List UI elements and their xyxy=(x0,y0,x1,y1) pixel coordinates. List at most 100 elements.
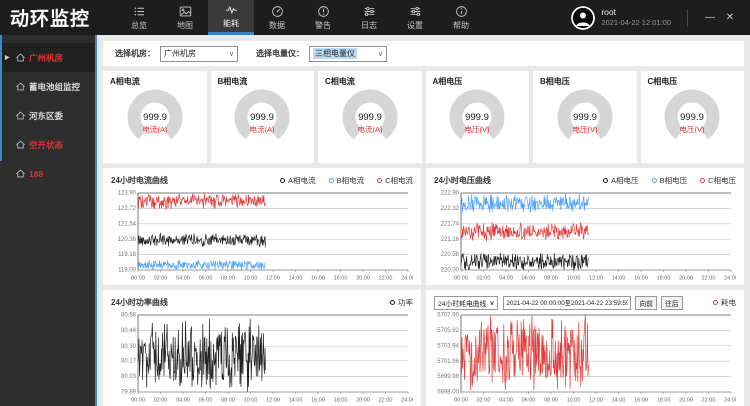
tab-overview[interactable]: 总览 xyxy=(116,0,162,35)
legend-label: B相电压 xyxy=(660,175,688,186)
list-icon xyxy=(133,5,146,18)
svg-text:5705.92: 5705.92 xyxy=(437,328,459,334)
svg-text:电压(V): 电压(V) xyxy=(465,124,490,134)
svg-text:24:00: 24:00 xyxy=(401,398,413,404)
log-icon xyxy=(363,5,376,18)
legend-item[interactable]: B相电流 xyxy=(329,175,365,186)
tab-energy[interactable]: 能耗 xyxy=(208,0,254,35)
svg-text:80.44: 80.44 xyxy=(121,328,137,334)
svg-text:222.32: 222.32 xyxy=(441,206,460,212)
svg-text:16:00: 16:00 xyxy=(311,398,325,404)
gauge-dial: 999.9电压(V) xyxy=(540,88,630,152)
sidebar-item-battery-group-monitor[interactable]: 蓄电池组监控 xyxy=(0,72,95,101)
svg-text:10:00: 10:00 xyxy=(567,276,581,282)
legend-label: 耗电 xyxy=(721,297,736,308)
energy-curve-select[interactable]: 24小时耗电曲线 ∨ xyxy=(434,296,498,310)
date-range-input[interactable] xyxy=(503,296,631,310)
legend-item[interactable]: B相电压 xyxy=(652,175,688,186)
svg-text:18:00: 18:00 xyxy=(334,398,348,404)
svg-text:12:00: 12:00 xyxy=(589,276,603,282)
tab-alert[interactable]: 警告 xyxy=(300,0,346,35)
svg-text:10:00: 10:00 xyxy=(244,276,258,282)
tab-log[interactable]: 日志 xyxy=(346,0,392,35)
svg-text:10:00: 10:00 xyxy=(567,398,581,404)
gauge-title: A相电压 xyxy=(433,76,523,87)
svg-text:18:00: 18:00 xyxy=(334,276,348,282)
legend-label: 功率 xyxy=(398,297,413,308)
legend-item[interactable]: A相电压 xyxy=(603,175,639,186)
topbar-right: root 2021-04-22 12:01:00 — ✕ xyxy=(571,0,750,35)
close-button[interactable]: ✕ xyxy=(720,12,740,23)
legend-item[interactable]: C相电压 xyxy=(700,175,736,186)
gauge-card-phase-a-voltage: A相电压999.9电压(V) xyxy=(426,71,530,163)
chart-head: 24小时功率曲线 功率 xyxy=(111,294,413,311)
chart-legend: A相电压 B相电压 C相电压 xyxy=(603,175,736,186)
gauge-icon xyxy=(271,5,284,18)
gauge-card-phase-b-current: B相电流999.9电流(A) xyxy=(211,71,315,163)
svg-text:22:00: 22:00 xyxy=(702,276,716,282)
legend-label: B相电流 xyxy=(337,175,365,186)
sidebar-item-breaker-status[interactable]: 空开状态 xyxy=(0,130,95,159)
chart-head: 24小时电压曲线 A相电压B相电压C相电压 xyxy=(434,172,736,189)
legend-label: A相电压 xyxy=(611,175,639,186)
svg-text:5701.96: 5701.96 xyxy=(437,359,459,365)
chart-legend: 功率 xyxy=(390,297,413,308)
gauge-card-phase-b-voltage: B相电压999.9电压(V) xyxy=(533,71,637,163)
svg-text:04:00: 04:00 xyxy=(176,276,190,282)
svg-text:电压(V): 电压(V) xyxy=(680,124,705,134)
svg-text:06:00: 06:00 xyxy=(522,398,536,404)
svg-text:电流(A): 电流(A) xyxy=(142,124,167,134)
legend-label: A相电流 xyxy=(288,175,316,186)
sidebar-item-node-188[interactable]: 188 xyxy=(0,159,95,188)
legend-item[interactable]: C相电流 xyxy=(377,175,413,186)
alert-icon xyxy=(317,5,330,18)
tab-label: 地图 xyxy=(177,20,193,31)
svg-text:08:00: 08:00 xyxy=(221,398,235,404)
gauge-card-phase-a-current: A相电流999.9电流(A) xyxy=(103,71,207,163)
legend-label: C相电压 xyxy=(708,175,736,186)
svg-text:80.03: 80.03 xyxy=(121,374,137,380)
svg-text:22:00: 22:00 xyxy=(379,398,393,404)
tab-data[interactable]: 数据 xyxy=(254,0,300,35)
svg-text:999.9: 999.9 xyxy=(250,112,274,123)
svg-text:12:00: 12:00 xyxy=(266,398,280,404)
help-icon xyxy=(455,5,468,18)
tab-settings[interactable]: 设置 xyxy=(392,0,438,35)
svg-text:999.9: 999.9 xyxy=(680,112,704,123)
svg-text:00:00: 00:00 xyxy=(131,398,145,404)
sidebar-item-hedong-district[interactable]: 河东区委 xyxy=(0,101,95,130)
svg-text:14:00: 14:00 xyxy=(612,276,626,282)
meter-select[interactable]: 三相电量仪 ∨ xyxy=(309,46,387,62)
chart-title: 24小时电流曲线 xyxy=(111,175,168,186)
svg-text:08:00: 08:00 xyxy=(544,398,558,404)
legend-item[interactable]: 功率 xyxy=(390,297,413,308)
room-select-value: 广州机房 xyxy=(164,48,196,59)
legend-item[interactable]: A相电流 xyxy=(280,175,316,186)
svg-text:999.9: 999.9 xyxy=(143,112,167,123)
chart-legend: 耗电 xyxy=(713,297,736,308)
svg-text:02:00: 02:00 xyxy=(477,398,491,404)
svg-text:24:00: 24:00 xyxy=(724,276,736,282)
svg-text:999.9: 999.9 xyxy=(573,112,597,123)
tab-label: 警告 xyxy=(315,20,331,31)
svg-text:20:00: 20:00 xyxy=(356,398,370,404)
legend-ring-icon xyxy=(280,178,285,183)
gauge-title: C相电流 xyxy=(325,76,415,87)
svg-text:24:00: 24:00 xyxy=(724,398,736,404)
tab-label: 总览 xyxy=(131,20,147,31)
user-avatar-icon[interactable] xyxy=(571,6,595,30)
tab-label: 能耗 xyxy=(223,18,239,29)
sidebar-item-guangzhou-room[interactable]: ▶广州机房 xyxy=(0,43,95,72)
backward-button[interactable]: 往后 xyxy=(661,296,683,310)
tab-help[interactable]: 帮助 xyxy=(438,0,484,35)
controls-bar: 选择机房： 广州机房 ∨ 选择电量仪： 三相电量仪 ∨ xyxy=(103,41,744,66)
chevron-down-icon: ∨ xyxy=(378,50,383,58)
svg-text:20:00: 20:00 xyxy=(356,276,370,282)
minimize-button[interactable]: — xyxy=(700,12,720,23)
svg-text:02:00: 02:00 xyxy=(477,276,491,282)
legend-item[interactable]: 耗电 xyxy=(713,297,736,308)
tab-map[interactable]: 地图 xyxy=(162,0,208,35)
svg-text:电压(V): 电压(V) xyxy=(572,124,597,134)
forward-button[interactable]: 向前 xyxy=(635,296,657,310)
room-select[interactable]: 广州机房 ∨ xyxy=(160,46,238,62)
